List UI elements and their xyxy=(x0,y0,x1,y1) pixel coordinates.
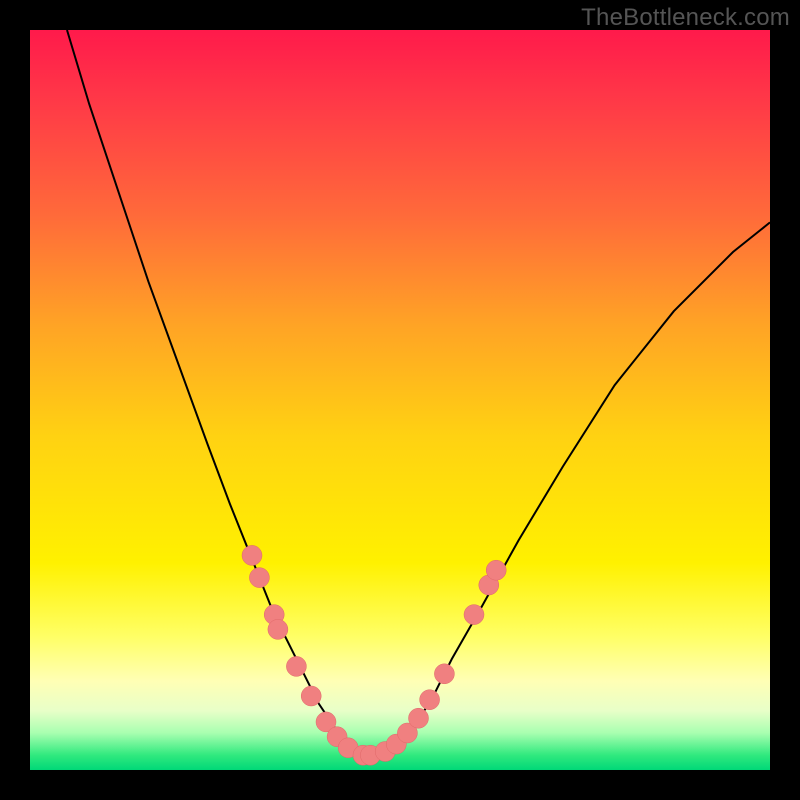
curve-marker xyxy=(420,690,440,710)
curve-markers xyxy=(242,545,506,765)
curve-marker xyxy=(249,568,269,588)
watermark-text: TheBottleneck.com xyxy=(581,4,790,32)
chart-stage: TheBottleneck.com xyxy=(0,0,800,800)
curve-marker xyxy=(286,656,306,676)
curve-marker xyxy=(464,605,484,625)
curve-marker xyxy=(409,708,429,728)
curve-marker xyxy=(486,560,506,580)
curve-marker xyxy=(434,664,454,684)
plot-area xyxy=(30,30,770,770)
curve-marker xyxy=(301,686,321,706)
bottleneck-curve xyxy=(67,30,770,755)
curve-layer xyxy=(30,30,770,770)
curve-marker xyxy=(268,619,288,639)
curve-marker xyxy=(242,545,262,565)
